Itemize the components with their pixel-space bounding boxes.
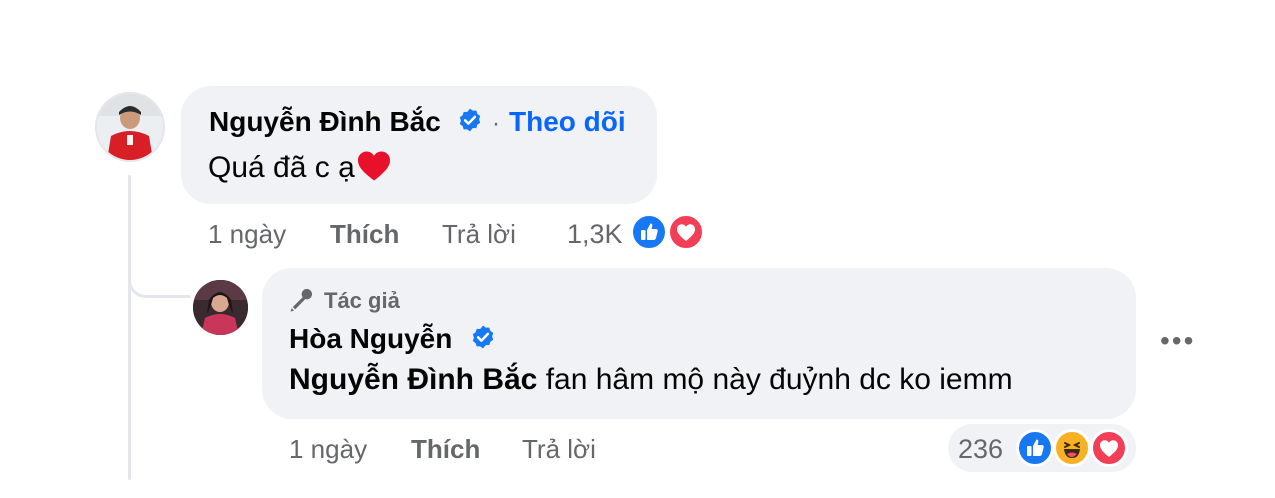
- red-heart-emoji-icon: [357, 151, 390, 181]
- avatar[interactable]: [193, 280, 248, 335]
- reply-button[interactable]: Trả lời: [442, 219, 516, 250]
- author-name[interactable]: Hòa Nguyễn: [289, 323, 452, 355]
- like-icon[interactable]: [630, 213, 668, 251]
- reaction-count[interactable]: 1,3K: [567, 219, 623, 250]
- love-icon[interactable]: [667, 213, 705, 251]
- more-options-button[interactable]: •••: [1160, 325, 1195, 357]
- like-button[interactable]: Thích: [330, 219, 399, 250]
- verified-badge-icon: [459, 108, 481, 132]
- author-name[interactable]: Nguyễn Đình Bắc: [209, 106, 441, 138]
- microphone-icon: [290, 288, 313, 312]
- comment-timestamp[interactable]: 1 ngày: [208, 219, 286, 250]
- love-icon[interactable]: [1090, 429, 1128, 467]
- separator-dot: ·: [492, 110, 500, 137]
- reply-button[interactable]: Trả lời: [522, 434, 596, 465]
- thread-line: [128, 175, 131, 480]
- haha-icon[interactable]: [1053, 429, 1091, 467]
- comment-timestamp[interactable]: 1 ngày: [289, 434, 367, 465]
- like-button[interactable]: Thích: [411, 434, 480, 465]
- comment-bubble: Nguyễn Đình Bắc · Theo dõi Quá đã c ạ: [181, 86, 657, 204]
- avatar[interactable]: [95, 92, 165, 162]
- like-icon[interactable]: [1016, 429, 1054, 467]
- comment-text: Quá đã c ạ: [208, 150, 392, 185]
- follow-link[interactable]: Theo dõi: [509, 106, 626, 138]
- reaction-count[interactable]: 236: [958, 434, 1003, 465]
- reply-connector: [128, 250, 190, 298]
- mention-link[interactable]: Nguyễn Đình Bắc: [289, 363, 537, 396]
- comment-bubble: Tác giả Hòa Nguyễn Nguyễn Đình Bắc fan h…: [262, 268, 1136, 419]
- author-badge: Tác giả: [324, 288, 400, 313]
- comment-text: Nguyễn Đình Bắc fan hâm mộ này đuỷnh dc …: [289, 363, 1013, 396]
- verified-badge-icon: [472, 325, 494, 349]
